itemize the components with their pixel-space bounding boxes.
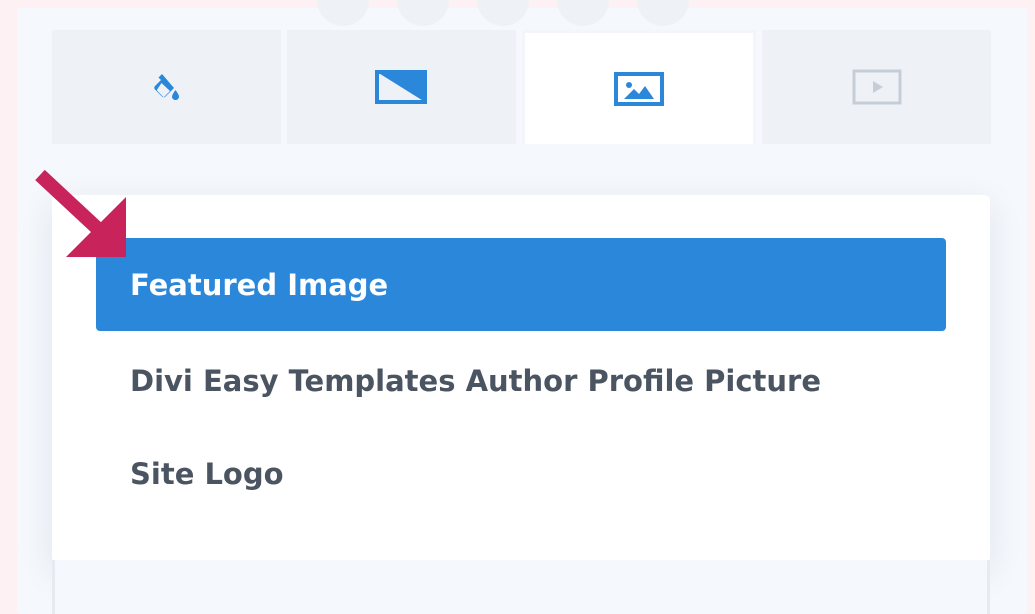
video-icon [852, 69, 902, 105]
option-circle[interactable] [397, 0, 449, 26]
field-container [52, 560, 990, 614]
dropdown-option-featured-image[interactable]: Featured Image [96, 238, 946, 331]
dropdown-option-author-profile-picture[interactable]: Divi Easy Templates Author Profile Pictu… [96, 334, 946, 427]
option-circle[interactable] [557, 0, 609, 26]
arrow-indicator-icon [35, 169, 126, 257]
gradient-icon [375, 70, 428, 104]
paint-bucket-icon [154, 74, 180, 100]
image-source-dropdown: Featured Image Divi Easy Templates Autho… [52, 195, 990, 563]
tab-background-gradient[interactable] [286, 30, 516, 144]
image-icon [613, 71, 664, 106]
tab-background-image[interactable] [521, 30, 757, 144]
background-type-tabs [52, 30, 991, 144]
tab-background-video[interactable] [762, 30, 991, 144]
tab-background-color[interactable] [52, 30, 281, 144]
option-circle[interactable] [317, 0, 369, 26]
option-circle[interactable] [477, 0, 529, 26]
option-buttons-row [317, 0, 689, 26]
dropdown-option-site-logo[interactable]: Site Logo [96, 427, 946, 520]
option-circle[interactable] [637, 0, 689, 26]
